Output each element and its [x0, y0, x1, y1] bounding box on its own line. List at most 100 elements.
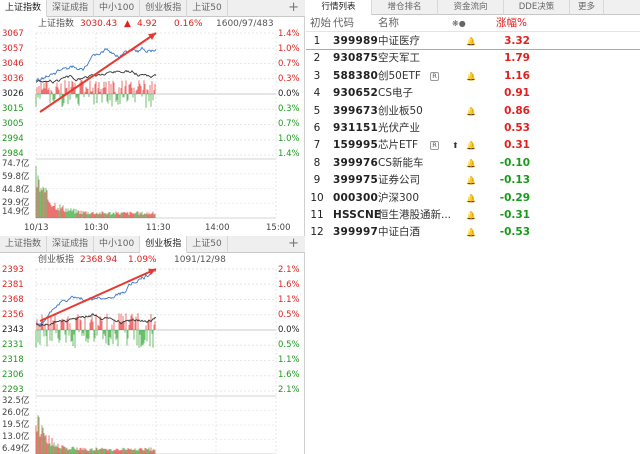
- time-axis-label: 10/13: [24, 223, 49, 233]
- security-name: 证券公司: [378, 174, 420, 187]
- col-change[interactable]: 涨幅%: [496, 15, 527, 32]
- price-axis-label: 3036: [2, 74, 24, 84]
- tab-market-list[interactable]: 行情列表: [306, 0, 372, 15]
- bell-icon[interactable]: 🔔: [466, 224, 476, 241]
- tab-sme-100[interactable]: 中小100: [94, 236, 141, 253]
- change-pct: -0.10: [499, 156, 530, 169]
- table-row[interactable]: 1 399989 中证医疗 🔔 3.32: [306, 33, 640, 50]
- volume-axis-label: 14.9亿: [2, 207, 30, 217]
- table-row[interactable]: 7 159995 芯片ETF R ⬆ 🔔 0.31: [306, 137, 640, 154]
- top-intraday-chart[interactable]: 上证指数 3030.43 ▲ 4.92 0.16% 1600/97/483 30…: [0, 17, 305, 236]
- security-name: 中证医疗: [378, 35, 420, 47]
- margin-tag-icon: R: [430, 141, 439, 151]
- row-index: 1: [313, 35, 321, 47]
- volume-axis-label: 74.7亿: [2, 159, 30, 169]
- tab-szse-component[interactable]: 深证成指: [47, 236, 95, 253]
- row-index: 3: [313, 69, 321, 82]
- price-axis-label: 2994: [2, 134, 24, 144]
- price-axis-label: 2368: [2, 295, 24, 305]
- table-row[interactable]: 5 399673 创业板50 🔔 0.86: [306, 103, 640, 120]
- security-name: 空天军工: [378, 52, 420, 65]
- tab-sse-50[interactable]: 上证50: [187, 236, 228, 253]
- row-index: 7: [313, 139, 321, 152]
- trend-arrow: [39, 268, 157, 322]
- price-axis-label: 2343: [2, 325, 24, 335]
- tab-position-ranking[interactable]: 增仓排名: [372, 0, 438, 15]
- bottom-intraday-chart[interactable]: 创业板指 2368.94 1.09% 1091/12/98 2393 2381 …: [0, 253, 305, 454]
- table-row[interactable]: 4 930652 CS电子 0.91: [306, 85, 640, 102]
- tab-sse-composite[interactable]: 上证指数: [0, 0, 48, 17]
- bell-icon[interactable]: 🔔: [466, 103, 476, 120]
- row-index: 11: [310, 209, 324, 221]
- tab-chinext[interactable]: 创业板指: [140, 0, 188, 17]
- tab-more[interactable]: 更多: [570, 0, 604, 15]
- table-row[interactable]: 10 000300 沪深300 🔔 -0.29: [306, 190, 640, 207]
- bottom-index-tabs: 上证指数 深证成指 中小100 创业板指 上证50 +: [0, 236, 305, 253]
- index-charts-pane: 上证指数 深证成指 中小100 创业板指 上证50 + 上证指数 3030.43…: [0, 0, 305, 454]
- col-initial[interactable]: 初始: [310, 15, 331, 32]
- list-header: 初始 代码 名称 ❋● 涨幅%: [306, 15, 640, 32]
- bell-icon[interactable]: 🔔: [466, 33, 476, 50]
- security-code: HSSCNE: [333, 209, 382, 221]
- price-axis-label: 2381: [2, 280, 24, 290]
- margin-tag-icon: R: [430, 71, 439, 81]
- change-pct: 1.16: [504, 69, 530, 82]
- security-code: 399997: [333, 226, 379, 239]
- tab-sse-composite[interactable]: 上证指数: [0, 236, 48, 253]
- table-row[interactable]: 2 930875 空天军工 1.79: [306, 50, 640, 67]
- add-tab-button[interactable]: +: [288, 236, 299, 251]
- table-row[interactable]: 3 588380 创50ETF R 🔔 1.16: [306, 68, 640, 85]
- list-tabs: 行情列表 增仓排名 资金流向 DDE决策 更多: [306, 0, 640, 15]
- market-list-pane: 行情列表 增仓排名 资金流向 DDE决策 更多 初始 代码 名称 ❋● 涨幅% …: [306, 0, 640, 454]
- add-tab-button[interactable]: +: [288, 0, 299, 15]
- bottom-chart-canvas: [35, 268, 277, 454]
- tab-szse-component[interactable]: 深证成指: [47, 0, 95, 17]
- bell-icon[interactable]: 🔔: [466, 155, 476, 172]
- price-axis-label: 2393: [2, 265, 24, 275]
- security-name: 光伏产业: [378, 122, 420, 134]
- change-pct: 0.53: [504, 122, 530, 134]
- price-axis-label: 3067: [2, 29, 24, 39]
- security-name: CS电子: [378, 87, 413, 100]
- change-pct: 0.31: [504, 139, 530, 152]
- price-axis-label: 3026: [2, 89, 24, 99]
- table-row[interactable]: 9 399975 证券公司 🔔 -0.13: [306, 172, 640, 189]
- tab-fund-flow[interactable]: 资金流向: [438, 0, 504, 15]
- security-name: 中证白酒: [378, 226, 420, 239]
- tab-chinext[interactable]: 创业板指: [140, 236, 188, 253]
- bell-icon[interactable]: 🔔: [466, 172, 476, 189]
- change-pct: -0.53: [499, 226, 530, 239]
- security-name: 创业板50: [378, 104, 423, 117]
- top-index-tabs: 上证指数 深证成指 中小100 创业板指 上证50 +: [0, 0, 305, 17]
- col-name[interactable]: 名称: [378, 15, 399, 32]
- price-axis-label: 3046: [2, 59, 24, 69]
- volume-axis-label: 59.8亿: [2, 172, 30, 182]
- price-axis-label: 2356: [2, 310, 24, 320]
- volume-axis-label: 19.5亿: [2, 420, 30, 430]
- col-flags[interactable]: ❋●: [452, 15, 466, 32]
- table-row[interactable]: 8 399976 CS新能车 🔔 -0.10: [306, 155, 640, 172]
- security-name: 芯片ETF: [378, 139, 419, 152]
- tab-dde-decision[interactable]: DDE决策: [504, 0, 570, 15]
- volume-axis-label: 32.5亿: [2, 396, 30, 406]
- bell-icon[interactable]: 🔔: [466, 190, 476, 207]
- row-index: 12: [310, 226, 324, 239]
- change-pct: 3.32: [504, 35, 530, 47]
- volume-axis-label: 26.0亿: [2, 408, 30, 418]
- volume-axis-label: 44.8亿: [2, 185, 30, 195]
- table-row[interactable]: 12 399997 中证白酒 🔔 -0.53: [306, 224, 640, 241]
- security-code: 588380: [333, 69, 379, 82]
- security-code: 159995: [333, 139, 379, 152]
- time-axis-label: 11:30: [146, 223, 171, 233]
- col-code[interactable]: 代码: [333, 15, 354, 32]
- top-chart-canvas: [35, 32, 277, 219]
- tab-sse-50[interactable]: 上证50: [187, 0, 228, 17]
- bell-icon[interactable]: 🔔: [466, 68, 476, 85]
- tab-sme-100[interactable]: 中小100: [94, 0, 141, 17]
- bell-icon[interactable]: 🔔: [466, 137, 476, 154]
- security-code: 399975: [333, 174, 379, 187]
- table-row[interactable]: 6 931151 光伏产业 0.53: [306, 120, 640, 137]
- bell-icon[interactable]: 🔔: [466, 207, 476, 224]
- price-axis-label: 2331: [2, 340, 24, 350]
- table-row[interactable]: 11 HSSCNE 恒生港股通新... 🔔 -0.31: [306, 207, 640, 224]
